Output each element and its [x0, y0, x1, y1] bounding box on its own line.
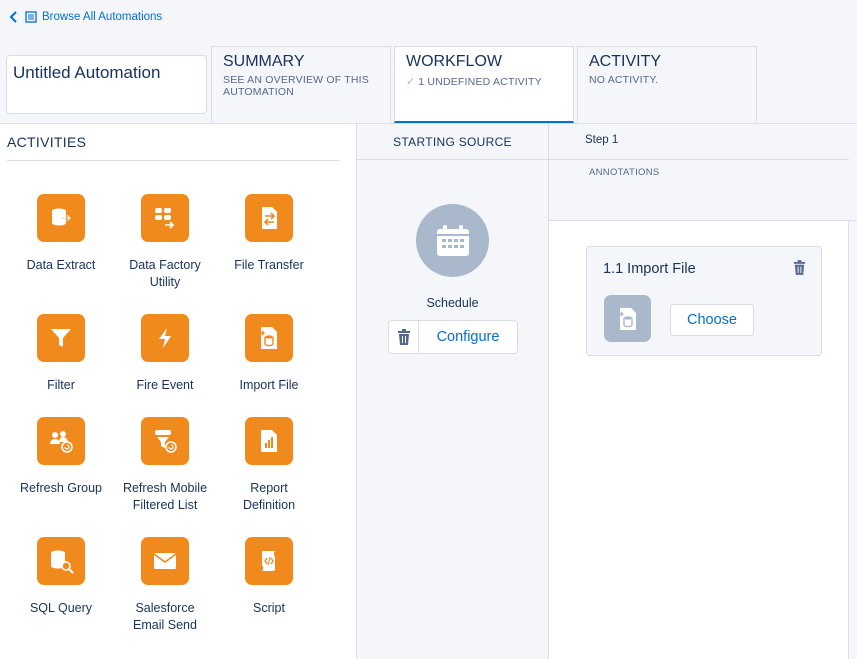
activity-refresh-mobile-filtered-list[interactable]: Refresh Mobile Filtered List: [113, 417, 217, 514]
tab-activity-title: ACTIVITY: [589, 53, 662, 70]
activity-file-transfer[interactable]: File Transfer: [217, 194, 321, 274]
activity-label: Filter: [47, 378, 75, 392]
configure-button[interactable]: Configure: [418, 320, 518, 354]
activity-fire-event[interactable]: Fire Event: [113, 314, 217, 394]
activity-label: Import File: [239, 378, 299, 392]
activity-sql-query[interactable]: SQL Query: [9, 537, 113, 617]
activities-heading: ACTIVITIES: [7, 134, 87, 150]
tab-workflow-title: WORKFLOW: [406, 53, 502, 70]
activity-data-extract[interactable]: Data Extract: [9, 194, 113, 274]
activity-import-file[interactable]: Import File: [217, 314, 321, 394]
tab-workflow-subtitle: 1 UNDEFINED ACTIVITY: [418, 75, 542, 88]
trash-icon: [397, 329, 410, 345]
activity-filter[interactable]: Filter: [9, 314, 113, 394]
annotations-label: ANNOTATIONS: [589, 167, 660, 178]
annotations-area[interactable]: ANNOTATIONS: [549, 160, 849, 221]
checkmark-icon: ✓: [406, 76, 416, 88]
automation-name: Untitled Automation: [13, 63, 161, 82]
delete-source-button[interactable]: [388, 320, 419, 354]
starting-source-column: STARTING SOURCE Schedule Configure: [357, 124, 549, 659]
tab-activity[interactable]: ACTIVITY NO ACTIVITY.: [577, 46, 757, 123]
filter-icon: [37, 314, 85, 362]
activity-label: SQL Query: [29, 601, 93, 615]
lightning-icon: [141, 314, 189, 362]
tab-summary-subtitle: SEE AN OVERVIEW OF THIS AUTOMATION: [223, 74, 369, 98]
refresh-mobile-filtered-list-icon: [141, 417, 189, 465]
activity-label: Data Factory Utility: [129, 258, 201, 289]
source-type-label: Schedule: [426, 296, 479, 310]
report-definition-icon: [245, 417, 293, 465]
activity-label: File Transfer: [234, 258, 304, 272]
activity-label: Report Definition: [242, 481, 296, 512]
sql-query-icon: [37, 537, 85, 585]
automation-header: Untitled Automation SUMMARY SEE AN OVERV…: [0, 44, 857, 124]
step-column: Step 1 ANNOTATIONS 1.1 Import File Choos…: [549, 124, 849, 659]
chevron-left-icon: [9, 11, 17, 23]
activity-label: Refresh Group: [20, 481, 102, 495]
starting-source-heading: STARTING SOURCE: [357, 124, 548, 160]
activity-label: Data Extract: [26, 258, 96, 272]
script-icon: [245, 537, 293, 585]
tab-workflow[interactable]: WORKFLOW ✓ 1 UNDEFINED ACTIVITY: [394, 46, 574, 123]
tab-activity-subtitle: NO ACTIVITY.: [589, 74, 659, 86]
back-link-label: Browse All Automations: [42, 11, 163, 23]
activity-salesforce-email-send[interactable]: Salesforce Email Send: [113, 537, 217, 634]
activity-refresh-group[interactable]: Refresh Group: [9, 417, 113, 497]
choose-button[interactable]: Choose: [670, 304, 754, 336]
activity-label: Fire Event: [136, 378, 194, 392]
delete-activity-button[interactable]: [793, 260, 806, 280]
activity-label: Script: [253, 601, 285, 615]
activity-label: Refresh Mobile Filtered List: [122, 481, 208, 512]
file-transfer-icon: [245, 194, 293, 242]
trash-icon: [793, 260, 806, 275]
data-factory-utility-icon: [141, 194, 189, 242]
activity-card-title: 1.1 Import File: [603, 261, 696, 277]
activity-report-definition[interactable]: Report Definition: [217, 417, 321, 514]
refresh-group-icon: [37, 417, 85, 465]
activity-script[interactable]: Script: [217, 537, 321, 617]
data-extract-icon: [37, 194, 85, 242]
top-bar: Browse All Automations: [0, 0, 857, 44]
import-file-icon: [604, 295, 651, 342]
divider: [7, 160, 340, 161]
email-icon: [141, 537, 189, 585]
tab-summary[interactable]: SUMMARY SEE AN OVERVIEW OF THIS AUTOMATI…: [211, 46, 391, 123]
browse-all-automations-link[interactable]: Browse All Automations: [8, 10, 162, 24]
step-heading: Step 1: [549, 124, 849, 160]
activities-panel: ACTIVITIES Data Extract Data Factory Uti…: [0, 124, 357, 659]
import-file-icon: [245, 314, 293, 362]
calendar-icon: [416, 204, 489, 277]
tab-summary-title: SUMMARY: [223, 53, 305, 70]
next-step-column-edge: [849, 124, 857, 659]
activity-data-factory-utility[interactable]: Data Factory Utility: [113, 194, 217, 291]
automation-name-field[interactable]: Untitled Automation: [6, 55, 207, 114]
activity-card: 1.1 Import File Choose: [586, 246, 822, 356]
list-icon: [25, 11, 37, 23]
activity-label: Salesforce Email Send: [133, 601, 197, 632]
